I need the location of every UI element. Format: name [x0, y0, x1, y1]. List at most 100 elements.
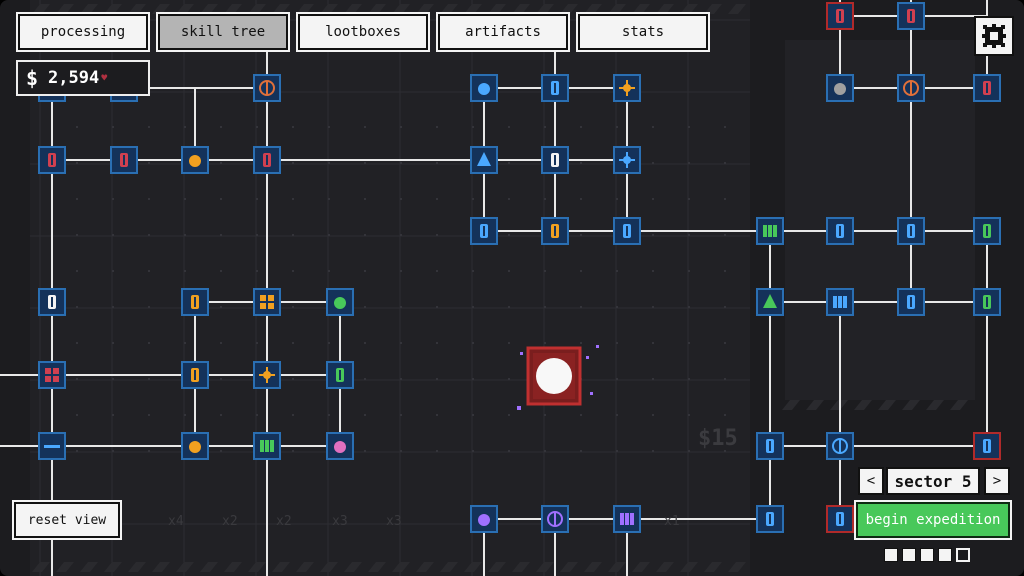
begin-expedition-button[interactable]: begin expedition: [856, 502, 1010, 538]
skill-node[interactable]: [973, 217, 1001, 245]
skill-node[interactable]: [756, 432, 784, 460]
tab-processing[interactable]: processing: [18, 14, 148, 50]
skill-node[interactable]: [470, 505, 498, 533]
skill-node[interactable]: [470, 74, 498, 102]
skill-node[interactable]: [38, 288, 66, 316]
reset-view-label: reset view: [27, 512, 107, 528]
reset-view-button[interactable]: reset view: [14, 502, 120, 538]
skill-node[interactable]: [826, 74, 854, 102]
skill-node[interactable]: [897, 74, 925, 102]
skill-node[interactable]: [253, 146, 281, 174]
tab-label: lootboxes: [325, 24, 401, 40]
skill-node[interactable]: [541, 217, 569, 245]
bg-label: x4: [168, 514, 184, 529]
skill-node[interactable]: [253, 74, 281, 102]
drill-icon: [48, 295, 56, 309]
skill-node[interactable]: [613, 505, 641, 533]
sector-text: sector 5: [894, 471, 972, 491]
pair-icon: [763, 225, 777, 237]
skill-node[interactable]: [541, 74, 569, 102]
skill-node[interactable]: [181, 432, 209, 460]
skill-node[interactable]: [613, 146, 641, 174]
bug-icon: [766, 512, 774, 526]
skill-node[interactable]: [826, 2, 854, 30]
chevron-right-icon: >: [992, 473, 1002, 489]
bg-label: x1: [664, 514, 680, 529]
drill-red-icon: [836, 9, 844, 23]
dynamite-icon: [263, 153, 271, 167]
gear-icon: [982, 24, 1006, 48]
tab-skill-tree[interactable]: skill tree: [158, 14, 288, 50]
rocket-purple-icon: [478, 514, 490, 526]
skill-node[interactable]: [826, 217, 854, 245]
expand-icon: [983, 295, 991, 309]
tab-stats[interactable]: stats: [578, 14, 708, 50]
skill-node[interactable]: [181, 288, 209, 316]
skill-node[interactable]: [826, 288, 854, 316]
skill-node[interactable]: [756, 505, 784, 533]
skill-node[interactable]: [38, 432, 66, 460]
skill-node[interactable]: [756, 288, 784, 316]
skill-node[interactable]: [897, 288, 925, 316]
progress-dot: [956, 548, 970, 562]
skill-node[interactable]: [541, 505, 569, 533]
skill-node[interactable]: [326, 432, 354, 460]
bg-label: x2: [222, 514, 238, 529]
tab-label: skill tree: [180, 24, 266, 40]
skill-node[interactable]: [181, 361, 209, 389]
skill-tree-screen: x4 x2 x2 x3 x3 x1 $15 processing skill t…: [0, 0, 1024, 576]
skill-node[interactable]: [897, 2, 925, 30]
triple-purple-icon: [620, 513, 634, 525]
skill-node[interactable]: [470, 146, 498, 174]
flask-icon: [120, 153, 128, 167]
rock-icon: [189, 155, 201, 167]
bomb-icon: [334, 297, 346, 309]
chevron-left-icon: <: [866, 473, 876, 489]
skill-node[interactable]: [756, 217, 784, 245]
skill-node[interactable]: [110, 146, 138, 174]
cash-icon: [983, 224, 991, 238]
tab-lootboxes[interactable]: lootboxes: [298, 14, 428, 50]
skill-node[interactable]: [326, 288, 354, 316]
skill-node[interactable]: [181, 146, 209, 174]
capsule-icon: [551, 81, 559, 95]
skill-node[interactable]: [826, 432, 854, 460]
skill-node[interactable]: [470, 217, 498, 245]
bottle-icon: [480, 224, 488, 238]
pin-icon: [907, 224, 915, 238]
dollar-icon: $: [26, 66, 39, 90]
skill-node[interactable]: [973, 288, 1001, 316]
currency-amount: 2,594: [48, 68, 100, 88]
skill-node[interactable]: [973, 432, 1001, 460]
sector-prev-button[interactable]: <: [858, 467, 884, 495]
skill-node[interactable]: [541, 146, 569, 174]
heart-icon: ♥: [101, 72, 108, 84]
tab-artifacts[interactable]: artifacts: [438, 14, 568, 50]
sector-label: sector 5: [886, 467, 980, 495]
skill-node[interactable]: [973, 74, 1001, 102]
bg-label: x3: [386, 514, 402, 529]
orb-icon: [478, 83, 490, 95]
tab-label: stats: [621, 24, 665, 40]
skill-node[interactable]: [253, 432, 281, 460]
dash-icon: [44, 445, 60, 448]
skill-node[interactable]: [38, 146, 66, 174]
flask-icon: [983, 81, 991, 95]
skill-node[interactable]: [826, 505, 854, 533]
skill-node[interactable]: [38, 361, 66, 389]
skill-node[interactable]: [326, 361, 354, 389]
dynamite-icon: [48, 153, 56, 167]
sector-next-button[interactable]: >: [984, 467, 1010, 495]
skill-node[interactable]: [897, 217, 925, 245]
rock-grey-icon: [834, 83, 846, 95]
rocket-icon: [189, 441, 201, 453]
skill-node[interactable]: [613, 74, 641, 102]
skill-node[interactable]: [253, 288, 281, 316]
skill-node[interactable]: [613, 217, 641, 245]
settings-button[interactable]: [974, 16, 1014, 56]
progress-dot: [902, 548, 916, 562]
triple-icon: [260, 440, 274, 452]
bottle-icon: [551, 224, 559, 238]
skill-node[interactable]: [253, 361, 281, 389]
pizza-icon: [191, 295, 199, 309]
